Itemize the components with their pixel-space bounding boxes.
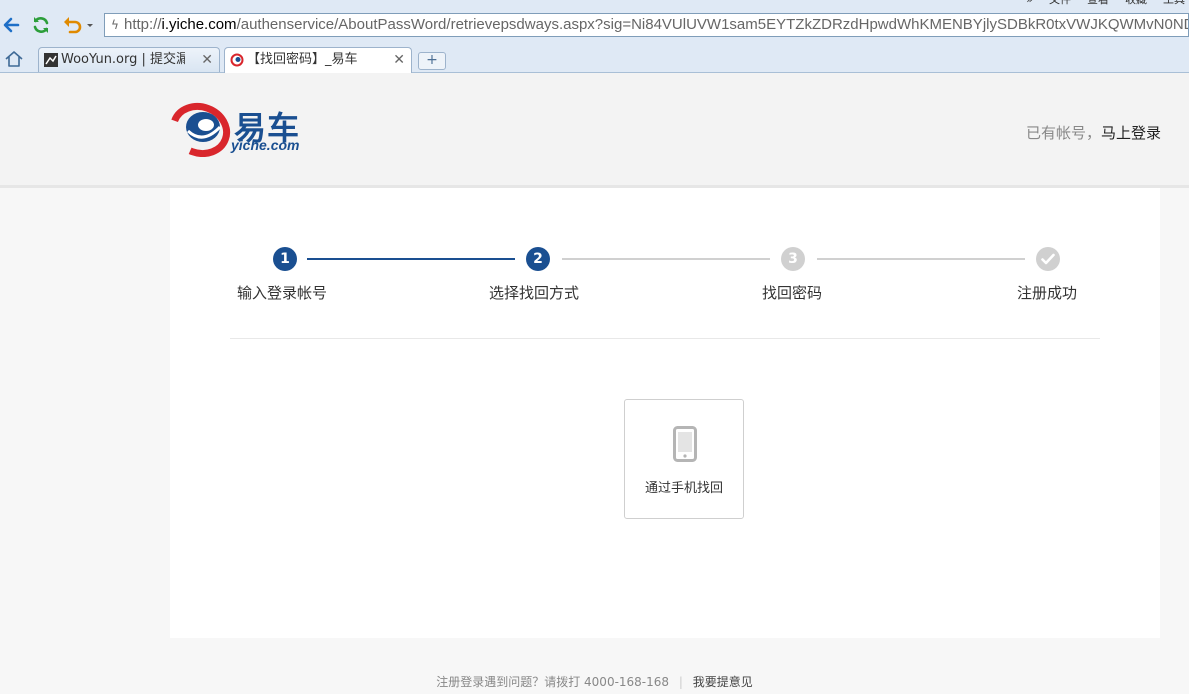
retrieve-by-phone-option[interactable]: 通过手机找回 bbox=[624, 399, 744, 519]
browser-chrome: » 文件 查看 收藏 工具 ϟ http://i.yiche.com bbox=[0, 0, 1189, 73]
undo-icon bbox=[64, 17, 93, 34]
step-4-circle bbox=[1036, 247, 1060, 271]
close-tab-icon[interactable]: ✕ bbox=[201, 48, 213, 72]
footer-separator: | bbox=[678, 675, 683, 689]
yiche-logo-icon bbox=[170, 102, 231, 157]
refresh-button[interactable] bbox=[30, 14, 52, 36]
menu-tools[interactable]: 工具 bbox=[1163, 0, 1185, 6]
checkmark-icon bbox=[1041, 253, 1055, 265]
tab-wooyun[interactable]: WooYun.org | 提交漏洞 ✕ bbox=[38, 47, 220, 72]
tab-title: 【找回密码】_易车 bbox=[247, 52, 358, 67]
mobile-phone-icon bbox=[673, 426, 697, 462]
menu-view[interactable]: 查看 bbox=[1087, 0, 1109, 6]
undo-close-button[interactable] bbox=[62, 14, 94, 36]
step-3-circle: 3 bbox=[781, 247, 805, 271]
login-prompt: 已有帐号，马上登录 bbox=[1026, 122, 1161, 143]
steps-divider bbox=[230, 338, 1100, 339]
footer: 注册登录遇到问题？请拨打 4000-168-168 | 我要提意见 bbox=[0, 673, 1189, 690]
tab-bar: WooYun.org | 提交漏洞 ✕ 【找回密码】_易车 ✕ + bbox=[0, 44, 1189, 73]
step-1-circle: 1 bbox=[273, 247, 297, 271]
retrieve-password-card: 1 2 3 输入登录帐号 选择找回方式 找回密码 注册成功 通过手机找回 bbox=[170, 188, 1160, 638]
feedback-link[interactable]: 我要提意见 bbox=[693, 675, 753, 689]
logo-text-en: yiche.com bbox=[231, 137, 300, 153]
site-header: 易车 yiche.com 已有帐号，马上登录 bbox=[0, 73, 1189, 188]
step-1-label: 输入登录帐号 bbox=[237, 284, 328, 302]
back-arrow-icon bbox=[3, 17, 20, 33]
retrieve-by-phone-label: 通过手机找回 bbox=[644, 481, 723, 496]
browser-menu: » 文件 查看 收藏 工具 bbox=[1026, 0, 1189, 6]
step-2-label: 选择找回方式 bbox=[489, 284, 580, 302]
menu-favorites[interactable]: 收藏 bbox=[1125, 0, 1147, 6]
step-connector-3 bbox=[817, 258, 1025, 260]
yiche-logo[interactable]: 易车 yiche.com bbox=[170, 101, 310, 159]
lightning-icon: ϟ bbox=[111, 18, 119, 32]
wooyun-favicon-icon bbox=[44, 53, 58, 67]
login-link[interactable]: 马上登录 bbox=[1101, 124, 1161, 142]
close-tab-icon[interactable]: ✕ bbox=[393, 48, 405, 72]
step-connector-1 bbox=[307, 258, 515, 260]
login-prompt-text: 已有帐号， bbox=[1025, 124, 1101, 142]
step-3-label: 找回密码 bbox=[762, 284, 823, 302]
navigation-bar: ϟ http://i.yiche.com/authenservice/About… bbox=[0, 12, 1189, 40]
yiche-favicon-icon bbox=[230, 53, 244, 67]
help-hotline-text: 注册登录遇到问题？请拨打 4000-168-168 bbox=[436, 675, 670, 689]
tab-title: WooYun.org | 提交漏洞 bbox=[61, 52, 185, 67]
step-4-label: 注册成功 bbox=[1017, 284, 1078, 302]
step-2-circle: 2 bbox=[526, 247, 550, 271]
url-text: http://i.yiche.com/authenservice/AboutPa… bbox=[124, 16, 1189, 33]
new-tab-button[interactable]: + bbox=[418, 52, 446, 70]
address-bar[interactable]: ϟ http://i.yiche.com/authenservice/About… bbox=[104, 13, 1189, 37]
refresh-icon bbox=[33, 17, 49, 33]
progress-steps: 1 2 3 输入登录帐号 选择找回方式 找回密码 注册成功 bbox=[170, 188, 1160, 338]
back-button[interactable] bbox=[0, 14, 22, 36]
menu-file[interactable]: 文件 bbox=[1049, 0, 1071, 6]
menu-more[interactable]: » bbox=[1026, 0, 1033, 6]
step-connector-2 bbox=[562, 258, 770, 260]
tab-retrieve-password[interactable]: 【找回密码】_易车 ✕ bbox=[224, 47, 412, 73]
home-icon[interactable] bbox=[4, 49, 24, 69]
